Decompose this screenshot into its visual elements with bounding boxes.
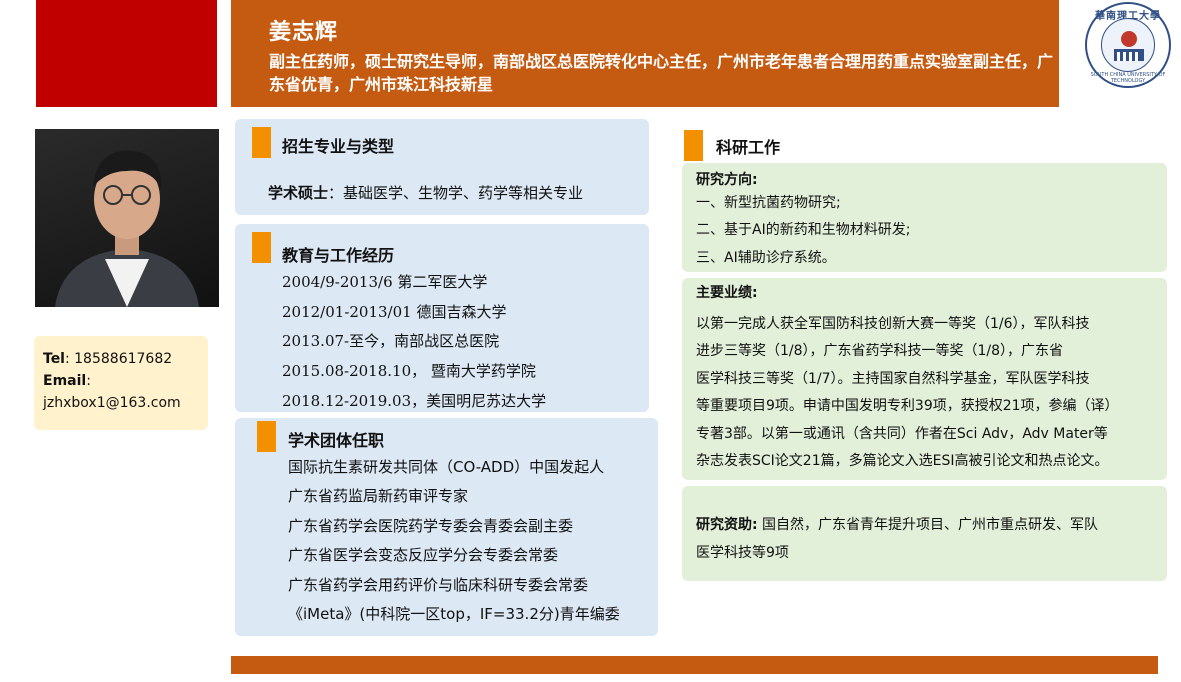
university-seal-icon: 華南理工大學 SOUTH CHINA UNIVERSITY OF TECHNOL… bbox=[1085, 2, 1171, 88]
achievement-line: 杂志发表SCI论文21篇，多篇论文入选ESI高被引论文和热点论文。 bbox=[696, 453, 1109, 469]
email-value[interactable]: jzhxbox1@163.com bbox=[43, 392, 199, 414]
experience-panel: 教育与工作经历 2004/9-2013/6 第二军医大学 2012/01-201… bbox=[235, 224, 649, 412]
achievement-line: 以第一完成人获全军国防科技创新大赛一等奖（1/6），军队科技 bbox=[696, 316, 1090, 332]
achievement-line: 专著3部。以第一或通讯（含共同）作者在Sci Adv，Adv Mater等 bbox=[696, 426, 1108, 442]
experience-item: 2018.12-2019.03，美国明尼苏达大学 bbox=[282, 392, 547, 410]
experience-title: 教育与工作经历 bbox=[282, 246, 395, 265]
achievement-line: 医学科技三等奖（1/7）。主持国家自然科学基金，军队医学科技 bbox=[696, 371, 1090, 387]
experience-item: 2004/9-2013/6 第二军医大学 bbox=[282, 273, 488, 291]
society-item: 广东省药学会用药评价与临床科研专委会常委 bbox=[288, 576, 589, 594]
society-item: 广东省药监局新药审评专家 bbox=[288, 487, 469, 505]
section-marker-icon bbox=[252, 127, 271, 158]
directions-title: 研究方向: bbox=[696, 172, 758, 188]
research-directions-panel: 研究方向: 一、新型抗菌药物研究; 二、基于AI的新药和生物材料研发; 三、AI… bbox=[682, 163, 1167, 272]
society-item: 广东省医学会变态反应学分会专委会常委 bbox=[288, 546, 559, 564]
funding-label: 研究资助: bbox=[696, 517, 758, 533]
funding-line: 研究资助: 国自然，广东省青年提升项目、广州市重点研发、军队 bbox=[696, 512, 1098, 539]
funding-line: 医学科技等9项 bbox=[696, 545, 789, 561]
enrollment-label: 学术硕士 bbox=[268, 184, 329, 202]
header-bar: 姜志辉 副主任药师，硕士研究生导师，南部战区总医院转化中心主任，广州市老年患者合… bbox=[231, 0, 1059, 107]
societies-panel: 学术团体任职 国际抗生素研发共同体（CO-ADD）中国发起人 广东省药监局新药审… bbox=[235, 418, 658, 636]
experience-item: 2015.08-2018.10， 暨南大学药学院 bbox=[282, 362, 536, 380]
experience-item: 2012/01-2013/01 德国吉森大学 bbox=[282, 303, 507, 321]
research-title: 科研工作 bbox=[716, 138, 781, 157]
society-item: 国际抗生素研发共同体（CO-ADD）中国发起人 bbox=[288, 458, 605, 476]
enrollment-panel: 招生专业与类型 学术硕士：基础医学、生物学、药学等相关专业 bbox=[235, 119, 649, 215]
footer-bar bbox=[231, 656, 1158, 674]
tel-label: Tel bbox=[43, 351, 65, 367]
direction-item: 一、新型抗菌药物研究; bbox=[696, 195, 841, 211]
person-name: 姜志辉 bbox=[269, 20, 339, 45]
logo-inner-emblem bbox=[1101, 18, 1155, 72]
direction-item: 二、基于AI的新药和生物材料研发; bbox=[696, 222, 911, 238]
contact-card: Tel: 18588617682 Email: jzhxbox1@163.com bbox=[34, 336, 208, 430]
enrollment-line: 学术硕士：基础医学、生物学、药学等相关专业 bbox=[268, 182, 583, 203]
tel-value[interactable]: : 18588617682 bbox=[65, 351, 172, 367]
section-marker-icon bbox=[257, 421, 276, 452]
logo-bottom-text: SOUTH CHINA UNIVERSITY OF TECHNOLOGY bbox=[1090, 72, 1166, 84]
achievement-line: 进步三等奖（1/8），广东省药学科技一等奖（1/8），广东省 bbox=[696, 343, 1064, 359]
funding-panel: 研究资助: 国自然，广东省青年提升项目、广州市重点研发、军队 医学科技等9项 bbox=[682, 486, 1167, 581]
person-titles: 副主任药师，硕士研究生导师，南部战区总医院转化中心主任，广州市老年患者合理用药重… bbox=[269, 52, 1054, 94]
funding-text: 国自然，广东省青年提升项目、广州市重点研发、军队 bbox=[757, 517, 1099, 533]
direction-item: 三、AI辅助诊疗系统。 bbox=[696, 250, 836, 266]
section-marker-icon bbox=[684, 130, 703, 161]
email-label: Email bbox=[43, 373, 87, 389]
achievements-panel: 主要业绩: 以第一完成人获全军国防科技创新大赛一等奖（1/6），军队科技 进步三… bbox=[682, 278, 1167, 480]
portrait-icon bbox=[55, 150, 199, 307]
section-marker-icon bbox=[252, 232, 271, 263]
achievement-line: 等重要项目9项。申请中国发明专利39项，获授权21项，参编（译） bbox=[696, 398, 1119, 414]
header-accent-block bbox=[36, 0, 217, 107]
society-item: 《iMeta》(中科院一区top，IF=33.2分)青年编委 bbox=[288, 605, 620, 623]
emblem-graphic-icon bbox=[1114, 31, 1144, 61]
enrollment-text: ：基础医学、生物学、药学等相关专业 bbox=[328, 184, 584, 202]
email-label-line: Email: bbox=[43, 373, 91, 389]
experience-item: 2013.07-至今，南部战区总医院 bbox=[282, 332, 500, 350]
achievements-title: 主要业绩: bbox=[696, 285, 758, 301]
enrollment-title: 招生专业与类型 bbox=[282, 137, 395, 156]
societies-title: 学术团体任职 bbox=[288, 431, 385, 450]
tel-line: Tel: 18588617682 bbox=[43, 348, 199, 370]
portrait-photo bbox=[35, 129, 219, 307]
society-item: 广东省药学会医院药学专委会青委会副主委 bbox=[288, 517, 574, 535]
